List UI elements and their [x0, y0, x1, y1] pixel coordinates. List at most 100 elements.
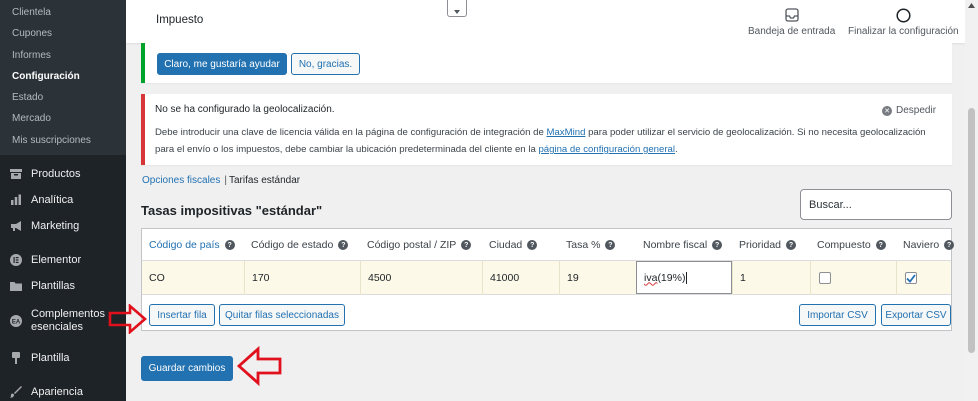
woocommerce-submenu: Clientela Cupones Informes Configuración… — [0, 0, 126, 156]
dismiss-notice-button[interactable]: ✕ Despedir — [882, 105, 936, 116]
accept-help-button[interactable]: Claro, me gustaría ayudar — [157, 53, 287, 75]
cell-rate[interactable]: 19 — [559, 261, 636, 295]
help-icon[interactable]: ? — [527, 240, 538, 250]
cell-state[interactable]: 170 — [244, 261, 360, 295]
column-label: Ciudad — [489, 239, 523, 251]
column-country[interactable]: Código de país? — [142, 229, 235, 261]
progress-circle-icon — [896, 6, 911, 24]
page-header: Impuesto Bandeja de entrada Finalizar la… — [126, 0, 965, 43]
help-icon[interactable]: ? — [224, 240, 235, 250]
table-row[interactable]: CO 170 4500 41000 19 iva (19%) 1 — [142, 261, 951, 295]
search-input[interactable] — [800, 189, 952, 220]
inbox-label: Bandeja de entrada — [748, 26, 836, 37]
general-settings-link[interactable]: página de configuración general — [538, 144, 675, 155]
tax-options-link[interactable]: Opciones fiscales — [142, 175, 220, 186]
notice-body: Debe introducir una clave de licencia vá… — [155, 124, 935, 158]
menu-item-productos[interactable]: Productos — [0, 161, 126, 187]
maxmind-link[interactable]: MaxMind — [546, 127, 585, 138]
elementor-icon — [9, 253, 23, 267]
archive-icon — [9, 167, 23, 181]
help-icon[interactable]: ? — [712, 240, 723, 250]
submenu-item-cupones[interactable]: Cupones — [0, 23, 126, 44]
annotation-arrow-left-icon — [236, 346, 282, 386]
cell-compound — [810, 261, 896, 295]
cell-country[interactable]: CO — [142, 261, 244, 295]
notice-text: Debe introducir una clave de licencia vá… — [155, 127, 547, 138]
help-icon[interactable]: ? — [944, 240, 955, 250]
finish-setup-button[interactable]: Finalizar la configuración — [848, 6, 959, 37]
standard-rates-current: Tarifas estándar — [228, 175, 301, 186]
close-icon: ✕ — [882, 105, 892, 116]
submenu-item-mercado[interactable]: Mercado — [0, 108, 126, 129]
screen-options-toggle[interactable] — [447, 0, 467, 17]
column-tax-name: Nombre fiscal? — [636, 229, 723, 261]
section-title: Tasas impositivas "estándar" — [141, 203, 323, 218]
cell-city[interactable]: 41000 — [482, 261, 559, 295]
tracking-notice: Claro, me gustaría ayudar No, gracias. — [141, 43, 952, 83]
geolocation-notice: No se ha configurado la geolocalización.… — [141, 94, 952, 165]
tax-name-misspelled: iva — [644, 271, 658, 284]
help-icon[interactable]: ? — [338, 240, 349, 250]
menu-label: Complementos esenciales — [31, 308, 105, 334]
column-label: Código de estado — [251, 239, 334, 251]
table-footer: Insertar fila Quitar filas seleccionadas… — [142, 295, 951, 331]
chevron-down-icon — [454, 10, 460, 14]
tax-name-rest: (19%) — [657, 271, 686, 284]
folder-icon — [9, 279, 23, 293]
tax-rates-table: Código de país? Código de estado? Código… — [141, 228, 955, 331]
submenu-item-configuracion[interactable]: Configuración — [0, 66, 126, 87]
column-compound: Compuesto? — [810, 229, 886, 261]
import-csv-button[interactable]: Importar CSV — [799, 304, 876, 326]
scrollbar-thumb[interactable] — [968, 108, 975, 353]
menu-item-elementor[interactable]: Elementor — [0, 247, 126, 273]
column-label: Prioridad — [739, 239, 782, 251]
cell-postcode[interactable]: 4500 — [360, 261, 482, 295]
submenu-item-informes[interactable]: Informes — [0, 45, 126, 66]
menu-item-plantilla[interactable]: Plantilla — [0, 345, 126, 371]
page-title: Impuesto — [156, 14, 204, 26]
menu-label: Marketing — [31, 220, 80, 233]
insert-row-button[interactable]: Insertar fila — [149, 304, 215, 326]
menu-label: Apariencia — [31, 386, 83, 399]
submenu-item-clientela[interactable]: Clientela — [0, 2, 126, 23]
column-label: Compuesto — [817, 239, 871, 251]
help-icon[interactable]: ? — [605, 240, 616, 250]
column-postcode: Código postal / ZIP? — [360, 229, 472, 261]
column-priority: Prioridad? — [732, 229, 797, 261]
help-icon[interactable]: ? — [875, 240, 886, 250]
ea-icon: EA — [9, 314, 23, 328]
table-header: Código de país? Código de estado? Código… — [142, 229, 955, 261]
menu-item-apariencia[interactable]: Apariencia — [0, 379, 126, 401]
menu-item-plantillas[interactable]: Plantillas — [0, 273, 126, 299]
dismiss-label: Despedir — [896, 105, 937, 116]
decline-help-button[interactable]: No, gracias. — [291, 53, 360, 75]
cell-tax-name[interactable]: iva (19%) — [636, 261, 732, 294]
notice-title: No se ha configurado la geolocalización. — [155, 104, 335, 115]
column-label: Nombre fiscal — [643, 239, 708, 251]
menu-label: Productos — [31, 168, 81, 181]
menu-label: Elementor — [31, 254, 82, 267]
submenu-item-suscripciones[interactable]: Mis suscripciones — [0, 130, 126, 151]
menu-label: Analítica — [31, 194, 74, 207]
help-icon[interactable]: ? — [786, 240, 797, 250]
page-scrollbar[interactable] — [965, 0, 978, 401]
compound-checkbox[interactable] — [819, 272, 831, 284]
svg-text:EA: EA — [12, 319, 21, 325]
menu-label: Plantilla — [31, 352, 70, 365]
column-rate: Tasa %? — [559, 229, 616, 261]
help-icon[interactable]: ? — [461, 240, 472, 250]
bar-chart-icon — [9, 193, 23, 207]
submenu-item-estado[interactable]: Estado — [0, 87, 126, 108]
export-csv-button[interactable]: Exportar CSV — [881, 304, 951, 326]
remove-rows-button[interactable]: Quitar filas seleccionadas — [219, 304, 345, 326]
menu-label: Plantillas — [31, 280, 76, 293]
menu-item-marketing[interactable]: Marketing — [0, 213, 126, 239]
menu-item-analitica[interactable]: Analítica — [0, 187, 126, 213]
save-changes-button[interactable]: Guardar cambios — [141, 356, 233, 381]
notice-text: . — [675, 144, 678, 155]
cell-priority[interactable]: 1 — [732, 261, 810, 295]
text-caret — [686, 271, 688, 284]
shipping-checkbox[interactable] — [905, 272, 917, 284]
admin-sidebar: Clientela Cupones Informes Configuración… — [0, 0, 126, 401]
inbox-button[interactable]: Bandeja de entrada — [748, 6, 835, 37]
